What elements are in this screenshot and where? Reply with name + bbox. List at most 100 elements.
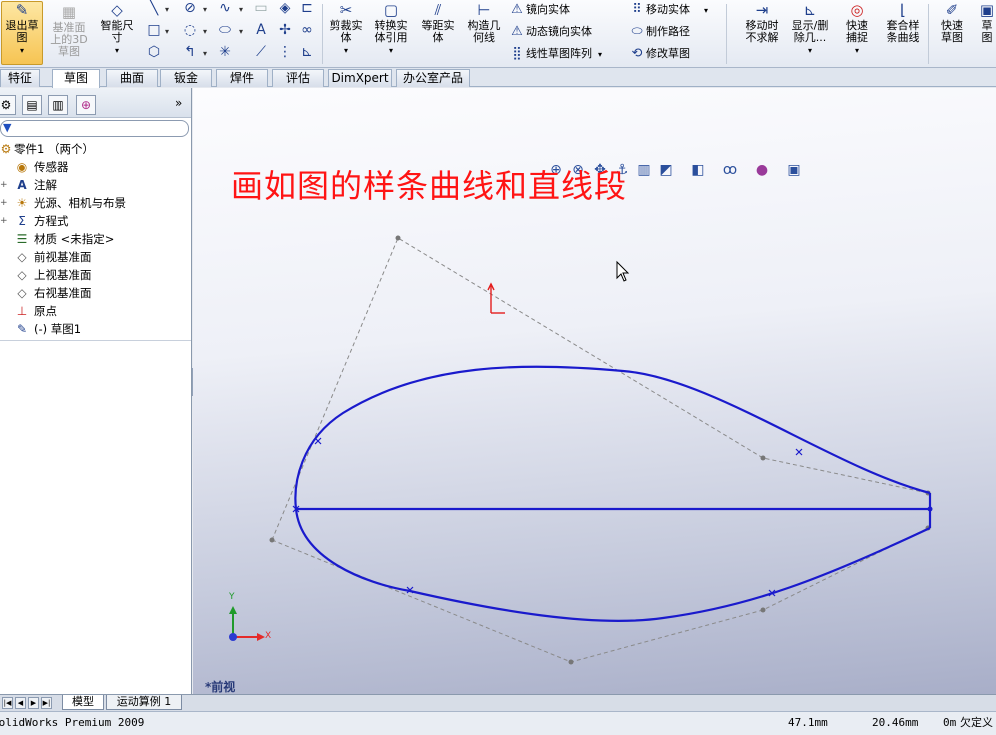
spline-control-polygon-lower: [271, 527, 929, 663]
last-tab-icon[interactable]: ▶|: [41, 697, 52, 709]
modify-sketch-button[interactable]: ⟲ 修改草图: [628, 44, 690, 64]
ellipse-icon[interactable]: ⬭: [216, 22, 234, 38]
control-point[interactable]: [760, 455, 766, 461]
mouse-cursor-icon: [616, 260, 630, 282]
move-entities-button[interactable]: ⠿ 移动实体 ▾: [628, 0, 708, 20]
equations-icon: Σ: [18, 214, 26, 228]
tab-evaluate[interactable]: 评估: [272, 69, 324, 87]
rapid-sketch-button[interactable]: ✐ 快速草图: [930, 2, 974, 44]
move-without-solve-button[interactable]: ⇥ 移动时不求解: [740, 2, 784, 44]
lower-spline-curve[interactable]: [294, 508, 931, 622]
tab-model[interactable]: 模型: [62, 695, 104, 710]
status-x-coordinate: 47.1mm: [788, 716, 828, 729]
tree-item-sensors[interactable]: ◉ 传感器: [0, 158, 191, 176]
expand-icon[interactable]: +: [0, 181, 8, 190]
tree-filter-field[interactable]: ▼: [0, 120, 189, 137]
tree-item-top-plane[interactable]: ◇ 上视基准面: [0, 266, 191, 284]
arc-icon[interactable]: ◌: [181, 22, 199, 38]
link-icon[interactable]: ∞: [298, 22, 316, 38]
tab-sketch[interactable]: 草图: [52, 69, 100, 88]
pattern-icon[interactable]: ✢: [276, 22, 294, 38]
next-tab-icon[interactable]: ▶: [28, 697, 39, 709]
linear-pattern-button[interactable]: ⣿ 线性草图阵列 ▾: [508, 44, 602, 64]
filter-icon: ▼: [3, 121, 12, 134]
dynamic-mirror-button[interactable]: ⚠ 动态镜向实体: [508, 22, 592, 42]
tab-features[interactable]: 特征: [0, 69, 40, 87]
tree-root-part[interactable]: ⚙ 零件1 （两个）: [0, 140, 191, 158]
annotation-icon: A: [17, 178, 27, 192]
offset-entities-button[interactable]: ⫽ 等距实体: [416, 2, 460, 44]
status-y-coordinate: 20.46mm: [872, 716, 919, 729]
spline-icon[interactable]: ∿: [216, 0, 234, 16]
status-app-name: SolidWorks Premium 2009: [0, 716, 145, 729]
tab-weldments[interactable]: 焊件: [216, 69, 268, 87]
control-point[interactable]: [395, 235, 401, 241]
sketch-more-button[interactable]: ▣ 草图: [976, 2, 996, 44]
triad-x-label: X: [265, 631, 272, 641]
show-delete-relations-button[interactable]: ⊾ 显示/删除几... ▾: [787, 2, 833, 57]
tab-motion-study-1[interactable]: 运动算例 1: [106, 695, 182, 710]
spline-point[interactable]: [314, 437, 322, 445]
tab-office-products[interactable]: 办公室产品: [396, 69, 470, 87]
control-point[interactable]: [568, 659, 574, 665]
fit-spline-icon: ⌊: [900, 1, 906, 19]
first-tab-icon[interactable]: |◀: [2, 697, 13, 709]
tab-sheet-metal[interactable]: 钣金: [160, 69, 212, 87]
construction-geometry-button[interactable]: ⊢ 构造几何线: [462, 2, 506, 44]
plane-icon[interactable]: ▭: [252, 0, 270, 16]
slot-icon[interactable]: ⊏: [298, 0, 316, 16]
expand-icon[interactable]: +: [0, 199, 8, 208]
prev-tab-icon[interactable]: ◀: [15, 697, 26, 709]
configuration-manager-tab-icon[interactable]: ▥: [48, 95, 68, 115]
property-manager-tab-icon[interactable]: ▤: [22, 95, 42, 115]
upper-spline-curve[interactable]: [294, 365, 931, 510]
sketch-point-icon[interactable]: ⊾: [298, 44, 316, 60]
centerline-icon[interactable]: ⟋: [252, 44, 270, 60]
move-icon: ⠿: [632, 2, 642, 17]
control-point[interactable]: [269, 537, 275, 543]
expand-icon[interactable]: +: [0, 217, 8, 226]
tree-item-equations[interactable]: + Σ 方程式: [0, 212, 191, 230]
dimxpert-manager-tab-icon[interactable]: ⊕: [76, 95, 96, 115]
fillet-icon[interactable]: ↰: [181, 44, 199, 60]
dots-icon[interactable]: ⋮: [276, 44, 294, 60]
smart-dimension-button[interactable]: ◇ 智能尺寸 ▾: [95, 2, 139, 57]
graphics-area[interactable]: ⊕ ⊗ ✥ ⚓ ▥ ◩ ◧ ꝏ ● ▣ 画如图的样条曲线和直线段 Y X *前视: [193, 88, 996, 694]
convert-plane-icon[interactable]: ◈: [276, 0, 294, 16]
tab-dimxpert[interactable]: DimXpert: [328, 69, 392, 87]
rectangle-icon[interactable]: □: [145, 22, 163, 38]
mirror-entities-button[interactable]: ⚠ 镜向实体: [508, 0, 570, 20]
triad-y-label: Y: [229, 592, 235, 602]
control-point[interactable]: [760, 607, 766, 613]
tree-item-sketch1[interactable]: ✎ (-) 草图1: [0, 320, 191, 338]
make-path-button[interactable]: ⬭ 制作路径: [628, 22, 690, 42]
fit-spline-button[interactable]: ⌊ 套合样条曲线: [880, 2, 926, 44]
text-icon[interactable]: A: [252, 22, 270, 38]
tab-surfaces[interactable]: 曲面: [106, 69, 158, 87]
line-endpoint[interactable]: [927, 506, 933, 512]
3d-sketch-on-plane-button[interactable]: ▦ 基准面上的3D草图: [46, 4, 92, 58]
point-icon[interactable]: ✳: [216, 44, 234, 60]
feature-manager-panel: ⚙ ▤ ▥ ⊕ » ▼ ⚙ 零件1 （两个） ◉ 传感器 + A 注解 + ☀ …: [0, 88, 192, 694]
circle-icon[interactable]: ⊘: [181, 0, 199, 16]
quick-snaps-button[interactable]: ◎ 快速捕捉 ▾: [836, 2, 878, 57]
tree-item-front-plane[interactable]: ◇ 前视基准面: [0, 248, 191, 266]
tree-item-origin[interactable]: ⊥ 原点: [0, 302, 191, 320]
feature-tree: ⚙ 零件1 （两个） ◉ 传感器 + A 注解 + ☀ 光源、相机与布景 + Σ…: [0, 140, 191, 338]
feature-manager-tab-icon[interactable]: ⚙: [0, 95, 16, 115]
tree-item-material[interactable]: ☰ 材质 <未指定>: [0, 230, 191, 248]
line-icon[interactable]: ╲: [145, 0, 163, 16]
convert-entities-button[interactable]: ▢ 转换实体引用 ▾: [369, 2, 413, 57]
tree-item-lights[interactable]: + ☀ 光源、相机与布景: [0, 194, 191, 212]
exit-sketch-icon: ✎: [15, 1, 29, 19]
trim-entities-button[interactable]: ✂ 剪裁实体 ▾: [324, 2, 368, 57]
expand-panel-icon[interactable]: »: [175, 96, 182, 110]
modify-sketch-icon: ⟲: [631, 46, 643, 61]
spline-point[interactable]: [795, 448, 803, 456]
part-icon: ⚙: [0, 142, 12, 156]
exit-sketch-button[interactable]: ✎ 退出草图 ▾: [1, 1, 43, 65]
polygon-icon[interactable]: ⬡: [145, 44, 163, 60]
tree-item-annotations[interactable]: + A 注解: [0, 176, 191, 194]
path-icon: ⬭: [631, 24, 643, 39]
tree-item-right-plane[interactable]: ◇ 右视基准面: [0, 284, 191, 302]
